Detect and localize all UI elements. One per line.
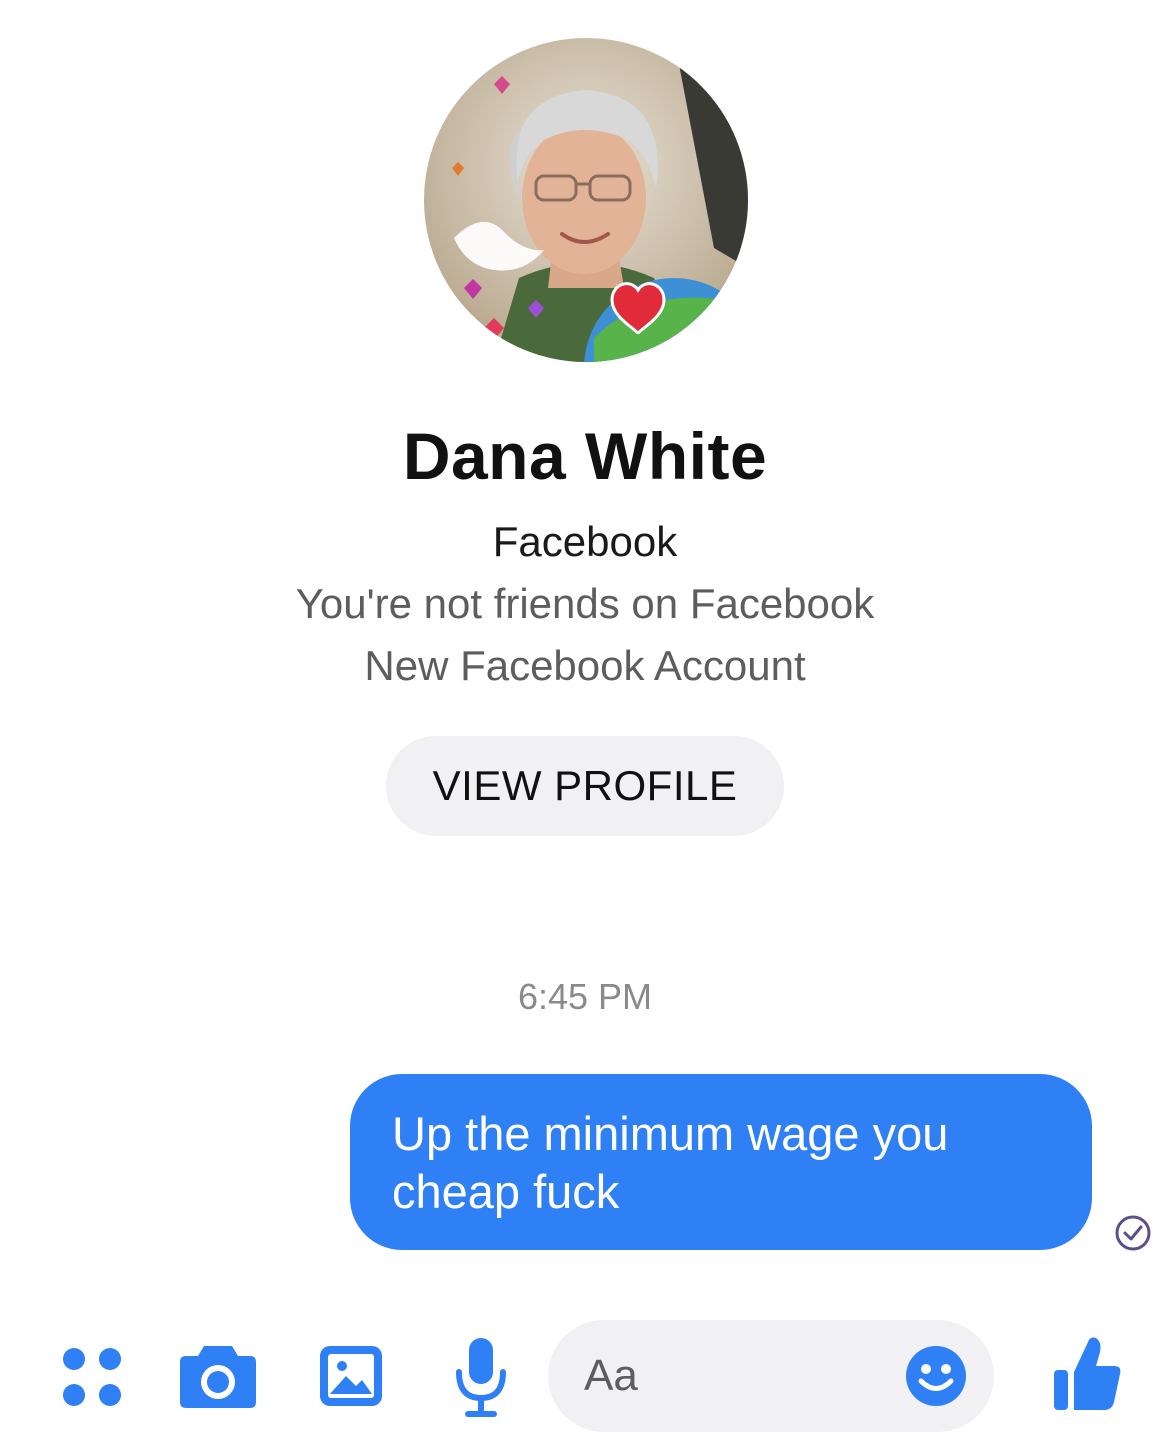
thumbs-up-icon[interactable] (1052, 1334, 1122, 1412)
emoji-icon[interactable] (904, 1344, 968, 1408)
sent-check-icon (1115, 1215, 1151, 1251)
message-timestamp: 6:45 PM (517, 976, 653, 1017)
contact-source: Facebook (492, 518, 678, 565)
camera-icon[interactable] (178, 1340, 258, 1412)
avatar[interactable] (424, 38, 748, 362)
avatar-image (424, 38, 748, 362)
microphone-icon[interactable] (454, 1336, 508, 1418)
message-input[interactable] (584, 1348, 884, 1404)
gallery-icon[interactable] (318, 1344, 384, 1408)
friend-status: You're not friends on Facebook (295, 580, 875, 627)
apps-icon[interactable] (60, 1345, 124, 1409)
message-composer (548, 1320, 994, 1432)
account-note: New Facebook Account (364, 642, 806, 689)
sent-message-bubble[interactable]: Up the minimum wage you cheap fuck (350, 1074, 1092, 1250)
contact-name: Dana White (402, 419, 768, 493)
view-profile-button[interactable]: VIEW PROFILE (386, 736, 784, 836)
messenger-thread: Dana White Facebook You're not friends o… (0, 0, 1170, 1447)
